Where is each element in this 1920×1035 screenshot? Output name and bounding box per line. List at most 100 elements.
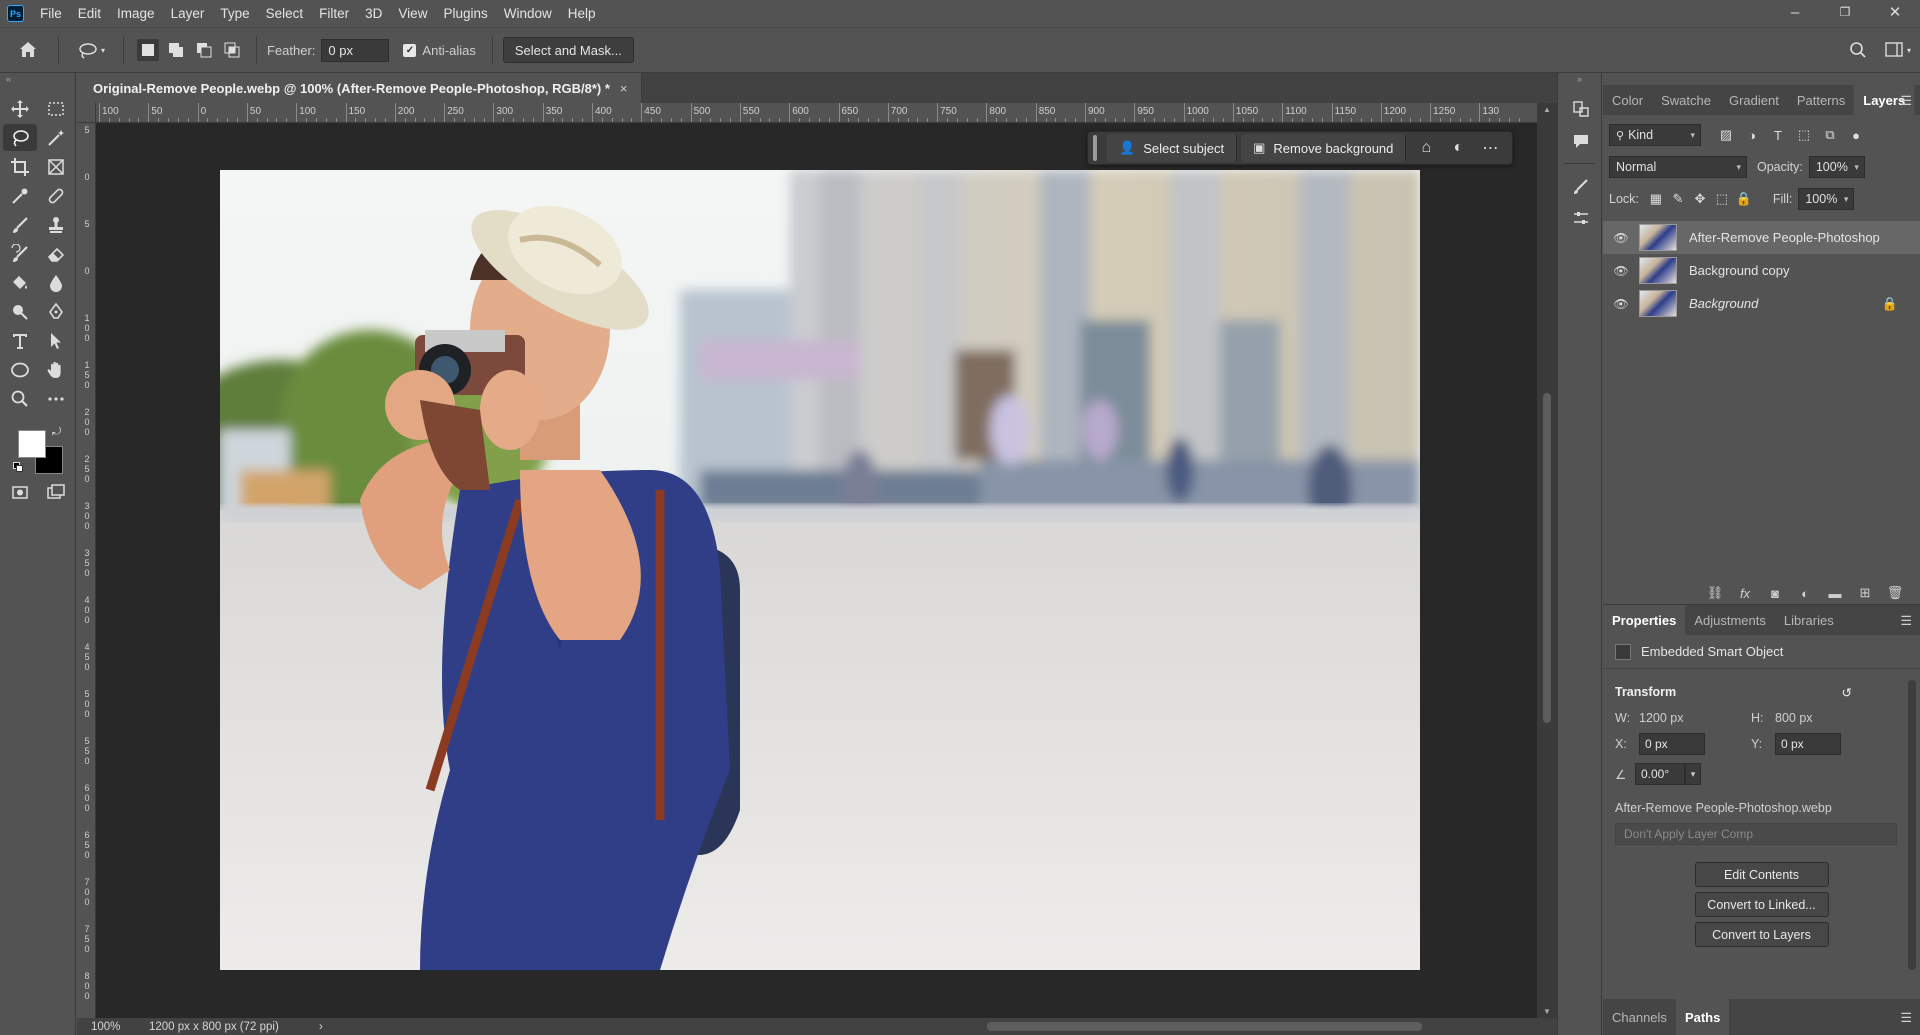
screen-mode-icon[interactable] — [39, 478, 73, 505]
clone-stamp-tool-icon[interactable] — [39, 211, 73, 238]
lock-all-icon[interactable]: 🔒 — [1733, 188, 1755, 210]
layer-row[interactable]: 👁 After-Remove People-Photoshop — [1603, 221, 1920, 254]
menu-image[interactable]: Image — [109, 0, 163, 27]
tab-paths[interactable]: Paths — [1675, 999, 1730, 1035]
edit-contents-button[interactable]: Edit Contents — [1694, 862, 1829, 887]
menu-window[interactable]: Window — [496, 0, 560, 27]
blur-tool-icon[interactable] — [39, 269, 73, 296]
menu-help[interactable]: Help — [560, 0, 604, 27]
lasso-tool-icon[interactable] — [3, 124, 37, 151]
visibility-eye-icon[interactable]: 👁 — [1609, 264, 1633, 278]
convert-to-linked-button[interactable]: Convert to Linked... — [1694, 892, 1829, 917]
width-value[interactable]: 1200 px — [1639, 711, 1751, 725]
eyedropper-tool-icon[interactable] — [3, 182, 37, 209]
path-selection-tool-icon[interactable] — [39, 327, 73, 354]
layer-row[interactable]: 👁 Background copy — [1603, 254, 1920, 287]
restore-button[interactable]: ❐ — [1820, 0, 1870, 24]
new-adjustment-layer-icon[interactable]: ◐ — [1790, 586, 1820, 601]
document-image[interactable] — [220, 170, 1420, 970]
collapse-toolbar-icon[interactable]: « — [0, 73, 75, 85]
menu-file[interactable]: File — [32, 0, 70, 27]
horizontal-ruler[interactable]: 100 50 0 50 100 150 200 250 300 350 400 450 500 550 60… — [96, 103, 1537, 123]
menu-layer[interactable]: Layer — [163, 0, 213, 27]
close-button[interactable]: ✕ — [1870, 0, 1920, 24]
foreground-color-swatch[interactable] — [18, 430, 46, 458]
menu-3d[interactable]: 3D — [357, 0, 390, 27]
brush-tool-icon[interactable] — [3, 211, 37, 238]
properties-scrollbar[interactable] — [1908, 680, 1916, 970]
transform-icon[interactable]: ⌂ — [1410, 134, 1442, 162]
panel-menu-icon[interactable]: ☰ — [1900, 1010, 1912, 1026]
dodge-tool-icon[interactable] — [3, 298, 37, 325]
menu-select[interactable]: Select — [258, 0, 312, 27]
antialias-checkbox[interactable]: ✓ — [403, 43, 417, 57]
tab-properties[interactable]: Properties — [1603, 605, 1686, 635]
tab-adjustments[interactable]: Adjustments — [1685, 605, 1775, 635]
visibility-eye-icon[interactable]: 👁 — [1609, 231, 1633, 245]
brush-settings-icon[interactable] — [1558, 170, 1603, 202]
new-selection-icon[interactable] — [137, 39, 159, 61]
remove-background-button[interactable]: ▣ Remove background — [1241, 134, 1407, 162]
magic-wand-tool-icon[interactable] — [39, 124, 73, 151]
drag-handle[interactable] — [1093, 135, 1097, 161]
crop-tool-icon[interactable] — [3, 153, 37, 180]
canvas-area[interactable]: 👤 Select subject ▣ Remove background ⌂ ◐… — [96, 123, 1537, 1018]
layer-filter-select[interactable]: ⚲ Kind ▾ — [1609, 124, 1701, 146]
subtract-from-selection-icon[interactable] — [193, 39, 215, 61]
menu-edit[interactable]: Edit — [70, 0, 109, 27]
history-icon[interactable] — [1558, 93, 1603, 125]
more-options-icon[interactable]: ⋯ — [1474, 134, 1506, 162]
history-brush-tool-icon[interactable] — [3, 240, 37, 267]
reset-transform-icon[interactable]: ↺ — [1842, 685, 1852, 700]
panel-menu-icon[interactable]: ☰ — [1900, 613, 1912, 629]
tab-swatches[interactable]: Swatche — [1652, 85, 1720, 115]
zoom-tool-icon[interactable] — [3, 385, 37, 412]
quick-mask-icon[interactable] — [3, 478, 37, 505]
vertical-ruler[interactable]: 5050100150200250300350400450500550600650… — [77, 123, 96, 1018]
add-mask-icon[interactable]: ◙ — [1760, 586, 1790, 601]
angle-dropdown-icon[interactable]: ▾ — [1685, 763, 1701, 785]
vertical-scrollbar-thumb[interactable] — [1543, 393, 1551, 723]
tab-patterns[interactable]: Patterns — [1788, 85, 1854, 115]
layer-row[interactable]: 👁 Background 🔒 — [1603, 287, 1920, 320]
blend-mode-select[interactable]: Normal ▾ — [1609, 156, 1747, 178]
lasso-preset-icon[interactable]: ▾ — [69, 41, 113, 59]
hand-tool-icon[interactable] — [39, 356, 73, 383]
filter-toggle-icon[interactable]: ● — [1843, 124, 1869, 146]
default-colors-icon[interactable] — [13, 462, 23, 472]
select-and-mask-button[interactable]: Select and Mask... — [502, 37, 634, 63]
new-group-icon[interactable]: ▬ — [1820, 586, 1850, 601]
new-layer-icon[interactable]: ⊞ — [1850, 585, 1880, 601]
filter-type-icon[interactable]: T — [1765, 124, 1791, 146]
lock-artboard-icon[interactable]: ⬚ — [1711, 188, 1733, 210]
tab-color[interactable]: Color — [1603, 85, 1652, 115]
opacity-input[interactable]: 100% ▾ — [1808, 156, 1865, 178]
filter-smart-object-icon[interactable]: ⧉ — [1817, 124, 1843, 146]
lock-position-icon[interactable]: ✥ — [1689, 188, 1711, 210]
layer-comp-select[interactable]: Don't Apply Layer Comp — [1615, 823, 1897, 845]
tab-gradient[interactable]: Gradient — [1720, 85, 1788, 115]
document-tab[interactable]: Original-Remove People.webp @ 100% (Afte… — [77, 73, 643, 103]
feather-input[interactable] — [321, 38, 390, 62]
tab-channels[interactable]: Channels — [1603, 999, 1676, 1035]
menu-plugins[interactable]: Plugins — [435, 0, 495, 27]
more-tools-icon[interactable] — [39, 385, 73, 412]
vertical-scrollbar[interactable]: ▲ ▼ — [1537, 103, 1557, 1018]
lock-transparent-icon[interactable]: ▦ — [1645, 188, 1667, 210]
select-subject-button[interactable]: 👤 Select subject — [1107, 134, 1238, 162]
status-menu-arrow[interactable]: › — [319, 1021, 339, 1033]
menu-filter[interactable]: Filter — [311, 0, 357, 27]
close-tab-icon[interactable]: × — [620, 81, 628, 96]
menu-view[interactable]: View — [390, 0, 435, 27]
panel-menu-icon[interactable]: ☰ — [1900, 93, 1912, 109]
swap-colors-icon[interactable]: ⤾ — [52, 426, 61, 439]
move-tool-icon[interactable] — [3, 95, 37, 122]
convert-to-layers-button[interactable]: Convert to Layers — [1694, 922, 1829, 947]
type-tool-icon[interactable] — [3, 327, 37, 354]
home-icon[interactable] — [0, 30, 56, 70]
intersect-selection-icon[interactable] — [221, 39, 243, 61]
collapse-panels-icon[interactable]: » — [1558, 73, 1601, 85]
eraser-tool-icon[interactable] — [39, 240, 73, 267]
frame-tool-icon[interactable] — [39, 153, 73, 180]
x-input[interactable]: 0 px — [1639, 733, 1705, 755]
